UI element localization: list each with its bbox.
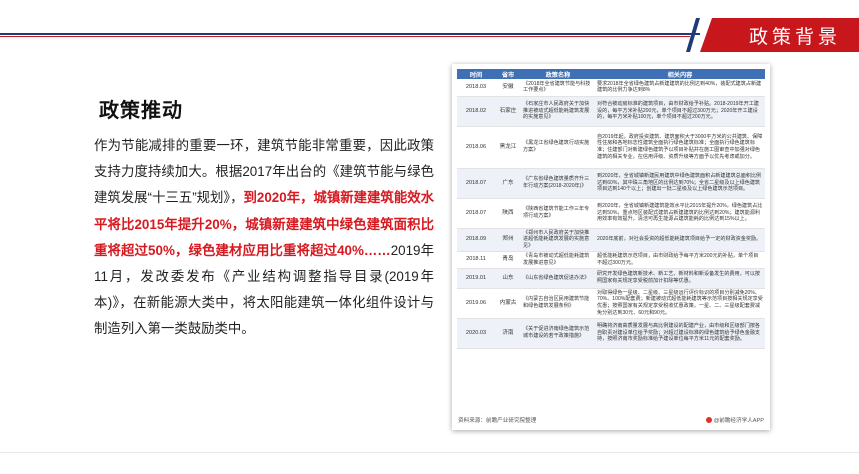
cell-time: 2018.11 [457, 251, 495, 269]
cell-content: 2020年底前，对社会投资的超低能耗建筑项目给予一定的财政资金奖励。 [595, 228, 765, 252]
cell-content: 自2019年起，政府投资建筑、建筑面积大于3000平方米的公共建筑、保障性住房和… [595, 126, 765, 169]
cell-province: 济南 [495, 318, 521, 349]
source-note: 资料来源：前瞻产业研究院整理 [458, 418, 537, 424]
cell-time: 2018.09 [457, 228, 495, 252]
logo-dot-icon [705, 417, 712, 423]
cell-time: 2019.06 [457, 288, 495, 319]
cell-time: 2018.07 [457, 168, 495, 199]
column-header-policy-name: 政策名称 [521, 69, 595, 79]
cell-time: 2018.07 [457, 198, 495, 229]
cell-policy-name: 《2018年全省建筑节能与科技工作要点》 [521, 79, 595, 97]
table-row: 2018.09 郑州 《郑州市人民政府关于加快推进超低能耗建筑发展的实施意见》 202… [457, 228, 765, 252]
column-header-time: 时间 [457, 69, 495, 79]
cell-policy-name: 《内蒙古自治区民用建筑节能和绿色建筑发展条例》 [521, 288, 595, 319]
cell-time: 2020.03 [457, 318, 495, 349]
cell-policy-name: 《广东省绿色建筑量质齐升三年行动方案(2018-2020年)》 [521, 168, 595, 199]
cell-content: 明确将济南高质量发展与高比例建设的配建产业，由市级和区级部门按各自职责对建设单位… [595, 318, 765, 349]
cell-policy-name: 《关于促进济南绿色建筑示范城市建设的若干政策措施》 [521, 318, 595, 349]
table-row: 2019.06 内蒙古 《内蒙古自治区民用建筑节能和绿色建筑发展条例》 对取得绿色一星… [457, 288, 765, 319]
cell-policy-name: 《黑龙江省绿色建筑行动实施方案》 [521, 126, 595, 169]
cell-content: 到2020年，全省城镇新建民用建筑中绿色建筑面积占新建建筑总面积比例达到60%，… [595, 168, 765, 199]
cell-policy-name: 《青岛市被动式超低能耗建筑发展推进意见》 [521, 251, 595, 269]
table-row: 2018.11 青岛 《青岛市被动式超低能耗建筑发展推进意见》 超低能耗建筑示范项目，… [457, 251, 765, 269]
cell-content: 对取得绿色一星级、二星级、三星级运行评价标识的项目分别减免20%、70%、100… [595, 288, 765, 319]
cell-province: 安徽 [495, 79, 521, 97]
cell-time: 2019.01 [457, 268, 495, 289]
cell-province: 陕西 [495, 198, 521, 229]
cell-content: 要求2018年全省绿色建筑占新建建筑的比例达到40%，装配式建筑占新建建筑的比例… [595, 79, 765, 97]
page-title: 政策背景 [748, 26, 841, 48]
bottom-divider [0, 452, 859, 453]
cell-content: 研究开发绿色建筑新技术、新工艺、新材料和新设备发生的费用，可以按照国家有关规定享… [595, 268, 765, 289]
header-red-line [0, 36, 690, 37]
cell-province: 内蒙古 [495, 288, 521, 319]
cell-time: 2018.02 [457, 96, 495, 127]
brand-logo: @前瞻经济学人APP [705, 416, 764, 424]
column-header-content: 相关内容 [595, 69, 765, 79]
section-title: 政策推动 [99, 100, 183, 122]
cell-time: 2018.06 [457, 126, 495, 169]
table-header-row: 时间 省市 政策名称 相关内容 [457, 69, 765, 79]
header-banner: 政策背景 [0, 14, 859, 54]
table-row: 2018.07 陕西 《陕西省建筑节能工作三年专项行动方案》 到2020年，全省城镇新… [457, 198, 765, 229]
cell-province: 青岛 [495, 251, 521, 269]
cell-content: 到2020年，全省城镇新建建筑能效水平比2015年提升20%，绿色建筑占比达到5… [595, 198, 765, 229]
cell-time: 2018.03 [457, 79, 495, 97]
policy-table: 时间 省市 政策名称 相关内容 2018.03 安徽 《2018年全省建筑节能与科技… [457, 69, 765, 349]
cell-province: 山东 [495, 268, 521, 289]
column-header-province: 省市 [495, 69, 521, 79]
cell-province: 黑龙江 [495, 126, 521, 169]
header-blue-stripe [686, 18, 700, 52]
cell-province: 郑州 [495, 228, 521, 252]
cell-content: 超低能耗建筑示范项目，由市财政给予每平方米200元的补贴，单个项目不超过300万… [595, 251, 765, 269]
table-row: 2018.07 广东 《广东省绿色建筑量质齐升三年行动方案(2018-2020年)》… [457, 168, 765, 199]
policy-table-card: 时间 省市 政策名称 相关内容 2018.03 安徽 《2018年全省建筑节能与科技… [452, 64, 770, 430]
body-paragraph: 作为节能减排的重要一环，建筑节能非常重要，因此政策支持力度持续加大。根据2017… [94, 133, 434, 343]
cell-policy-name: 《陕西省建筑节能工作三年专项行动方案》 [521, 198, 595, 229]
brand-logo-text: @前瞻经济学人APP [713, 418, 764, 424]
cell-policy-name: 《石家庄市人民政府关于加快推进被动式超低能耗建筑发展的实施意见》 [521, 96, 595, 127]
table-row: 2018.03 安徽 《2018年全省建筑节能与科技工作要点》 要求2018年全省绿色… [457, 79, 765, 97]
table-row: 2018.02 石家庄 《石家庄市人民政府关于加快推进被动式超低能耗建筑发展的实施意… [457, 96, 765, 127]
table-row: 2019.01 山东 《山东省绿色建筑促进办法》 研究开发绿色建筑新技术、新工艺、新材… [457, 268, 765, 289]
cell-province: 广东 [495, 168, 521, 199]
cell-policy-name: 《山东省绿色建筑促进办法》 [521, 268, 595, 289]
table-row: 2018.06 黑龙江 《黑龙江省绿色建筑行动实施方案》 自2019年起，政府投资建筑… [457, 126, 765, 169]
header-blue-line [0, 33, 700, 35]
cell-content: 对符合被动房标准的建筑项目，由市财政给予补贴。2018-2019年开工建设的，每… [595, 96, 765, 127]
table-row: 2020.03 济南 《关于促进济南绿色建筑示范城市建设的若干政策措施》 明确将济南高… [457, 318, 765, 349]
cell-province: 石家庄 [495, 96, 521, 127]
cell-policy-name: 《郑州市人民政府关于加快推进超低能耗建筑发展的实施意见》 [521, 228, 595, 252]
